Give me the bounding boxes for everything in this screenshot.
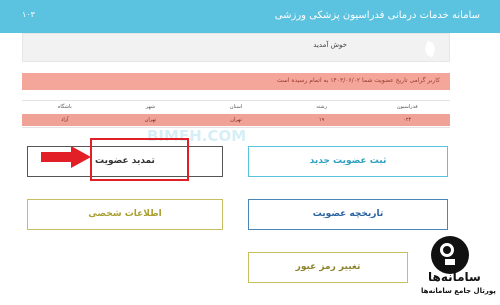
table-cell: ۱۹ [318, 117, 325, 123]
table-cell: آزاد [61, 117, 69, 123]
table-header-cell: فدراسیون [396, 104, 418, 110]
table-header-cell: شهر [145, 104, 156, 110]
table-header-cell: رشته [316, 104, 327, 110]
table-row: ۰۲۴ ۱۹ تهران تهران آزاد [22, 114, 450, 126]
pointer-arrow-icon [41, 146, 91, 168]
change-password-button[interactable]: تغییر رمز عبور [248, 252, 408, 283]
monitor-stand-icon [445, 259, 455, 265]
membership-info-table: فدراسیون رشته استان شهر باشگاه ۰۲۴ ۱۹ ته… [22, 100, 450, 128]
app-title: سامانه خدمات درمانی فدراسیون پزشکی ورزشی [274, 10, 480, 21]
table-header-row: فدراسیون رشته استان شهر باشگاه [22, 101, 450, 113]
header-bar: سامانه خدمات درمانی فدراسیون پزشکی ورزشی… [0, 0, 500, 33]
welcome-panel: خوش آمدید [22, 33, 450, 62]
membership-history-button[interactable]: تاریخچه عضویت [248, 199, 448, 230]
table-header-cell: استان [229, 104, 243, 110]
alert-text: کاربر گرامی تاریخ عضویت شما ۱۴۰۳/۰۶/۰۲ ب… [276, 77, 440, 84]
magnifier-icon [440, 243, 454, 257]
table-cell: تهران [144, 117, 157, 123]
register-membership-button[interactable]: ثبت عضویت جدید [248, 146, 448, 177]
expiry-alert: کاربر گرامی تاریخ عضویت شما ۱۴۰۳/۰۶/۰۲ ب… [22, 73, 450, 90]
logo-tagline: پورتال جامع سامانه‌ها [421, 287, 496, 295]
table-cell: ۰۲۴ [403, 117, 412, 123]
personal-info-button[interactable]: اطلاعات شخصی [27, 199, 223, 230]
logo-icon [431, 236, 469, 274]
table-header-cell: باشگاه [57, 104, 72, 110]
logo-name: سامانه‌ها [428, 270, 481, 284]
table-cell: تهران [230, 117, 242, 123]
leaf-icon [422, 40, 438, 58]
version-label: ۱۰۳ [22, 10, 35, 19]
highlight-box [90, 138, 189, 181]
welcome-text: خوش آمدید [313, 41, 347, 49]
